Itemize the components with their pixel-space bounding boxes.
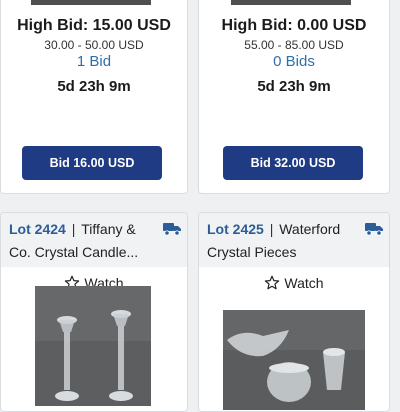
bid-button[interactable]: Bid 32.00 USD bbox=[223, 146, 363, 180]
star-outline-icon bbox=[265, 275, 280, 290]
lot-number[interactable]: Lot 2425 bbox=[207, 221, 264, 237]
lot-header[interactable]: Lot 2425 | Waterford Crystal Pieces bbox=[199, 213, 389, 267]
lot-card[interactable]: Lot 2425 | Waterford Crystal Pieces Watc… bbox=[198, 212, 390, 412]
shipping-truck-icon bbox=[163, 223, 181, 236]
lot-image[interactable] bbox=[31, 0, 151, 5]
separator: | bbox=[67, 221, 80, 237]
time-left: 5d 23h 9m bbox=[257, 78, 331, 95]
estimate-range: 30.00 - 50.00 USD bbox=[44, 38, 144, 52]
lot-image[interactable] bbox=[223, 310, 365, 410]
watch-label[interactable]: Watch bbox=[284, 275, 323, 291]
bid-count-link[interactable]: 0 Bids bbox=[199, 53, 389, 70]
lot-title-line2[interactable]: Co. Crystal Candle... bbox=[9, 244, 138, 260]
lot-card[interactable]: High Bid: 15.00 USD 30.00 - 50.00 USD 1 … bbox=[0, 0, 188, 194]
estimate-range: 55.00 - 85.00 USD bbox=[244, 38, 344, 52]
lot-image[interactable] bbox=[231, 0, 351, 5]
watch-toggle[interactable]: Watch bbox=[199, 275, 389, 291]
lot-image[interactable] bbox=[35, 286, 151, 406]
shipping-truck-icon bbox=[365, 223, 383, 236]
time-left: 5d 23h 9m bbox=[57, 78, 131, 95]
lot-title-part[interactable]: Tiffany & bbox=[81, 221, 135, 237]
lot-header[interactable]: Lot 2424 | Tiffany & Co. Crystal Candle.… bbox=[1, 213, 187, 267]
lot-card[interactable]: Lot 2424 | Tiffany & Co. Crystal Candle.… bbox=[0, 212, 188, 412]
lot-title-line1[interactable]: Lot 2424 | Tiffany & bbox=[9, 221, 136, 237]
lot-title-line1[interactable]: Lot 2425 | Waterford bbox=[207, 221, 340, 237]
bid-count-link[interactable]: 1 Bid bbox=[1, 53, 187, 70]
lot-card[interactable]: High Bid: 0.00 USD 55.00 - 85.00 USD 0 B… bbox=[198, 0, 390, 194]
separator: | bbox=[265, 221, 278, 237]
lot-title-line2[interactable]: Crystal Pieces bbox=[207, 244, 296, 260]
bid-button[interactable]: Bid 16.00 USD bbox=[22, 146, 162, 180]
high-bid: High Bid: 15.00 USD bbox=[17, 17, 171, 34]
lot-number[interactable]: Lot 2424 bbox=[9, 221, 66, 237]
lot-title-part[interactable]: Waterford bbox=[279, 221, 340, 237]
high-bid: High Bid: 0.00 USD bbox=[221, 17, 367, 34]
